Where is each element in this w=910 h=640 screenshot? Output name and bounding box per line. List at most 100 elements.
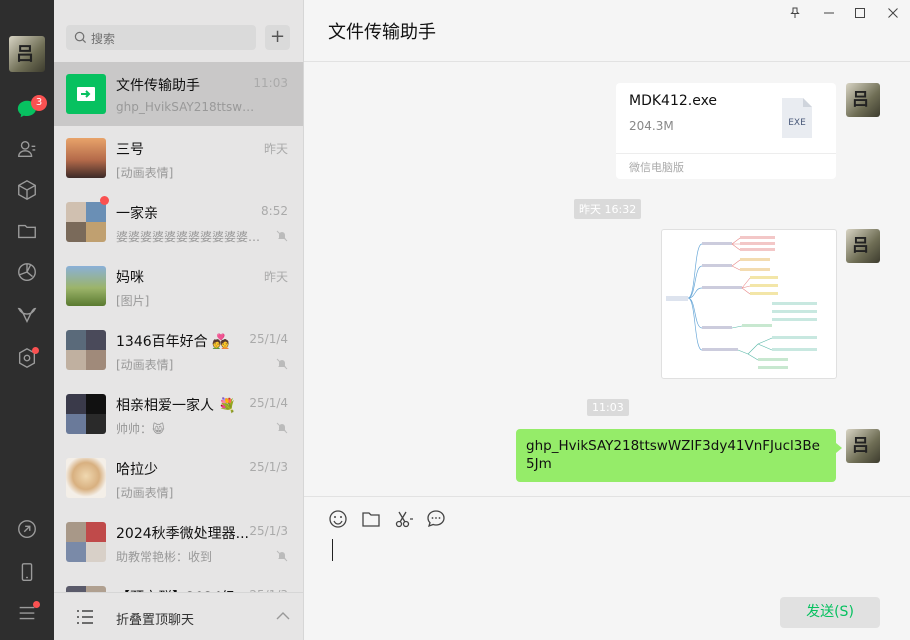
divider: [616, 153, 836, 154]
mute-bell-icon: [276, 550, 288, 562]
conversation-list: 搜索 + 文件传输助手 ghp_HvikSAY218ttswWZIF3dy41V…: [54, 0, 304, 640]
group-avatar: [66, 330, 106, 370]
conversation-item[interactable]: 1346百年好合 💑 [动画表情] 25/1/4: [54, 318, 303, 382]
conversation-preview: [图片]: [116, 294, 150, 308]
send-button[interactable]: 发送(S): [780, 597, 880, 628]
minimize-button[interactable]: [821, 5, 837, 21]
favorites-cube-icon[interactable]: [15, 178, 39, 202]
chat-history-button[interactable]: [426, 509, 446, 529]
conversation-preview: 婆婆婆婆婆婆婆婆婆婆婆婆婆婆婆: [116, 230, 261, 244]
file-type-label: EXE: [788, 118, 806, 128]
emoji-button[interactable]: [328, 509, 348, 529]
chevron-up-icon: [276, 612, 290, 620]
minimize-icon: [824, 12, 834, 14]
sender-avatar[interactable]: [846, 429, 880, 463]
file-size: 204.3M: [629, 119, 674, 133]
pin-icon: [790, 7, 800, 18]
text-caret: [332, 539, 333, 561]
conversation-preview: 助教常艳彬：收到: [116, 550, 213, 564]
left-nav: 3: [0, 0, 54, 640]
conversation-name: 三号: [116, 142, 144, 158]
file-message[interactable]: MDK412.exe 204.3M EXE 微信电脑版: [616, 83, 836, 179]
group-avatar: [66, 202, 106, 242]
search-icon: [74, 31, 87, 44]
maximize-icon: [855, 8, 865, 18]
exe-file-icon: EXE: [782, 98, 812, 138]
contact-avatar: [66, 266, 106, 306]
conversation-item[interactable]: 文件传输助手 ghp_HvikSAY218ttswWZIF3dy41VnFJuc…: [54, 62, 303, 126]
chat-panel: 文件传输助手 MDK412.exe 204.3M EXE 微信电脑版 昨天 16…: [304, 0, 910, 640]
file-transfer-icon: [77, 87, 95, 101]
send-file-button[interactable]: [361, 509, 381, 529]
mute-bell-icon: [276, 230, 288, 242]
unread-dot: [100, 196, 109, 205]
timestamp: 11:03: [587, 399, 629, 416]
text-message-bubble[interactable]: ghp_HvikSAY218ttswWZIF3dy41VnFJucl3Be5Jm: [516, 429, 842, 482]
group-avatar: [66, 394, 106, 434]
sender-avatar[interactable]: [846, 229, 880, 263]
conversation-item[interactable]: 一家亲 婆婆婆婆婆婆婆婆婆婆婆婆婆婆婆 8:52: [54, 190, 303, 254]
conversation-item[interactable]: 哈拉少 [动画表情] 25/1/3: [54, 446, 303, 510]
conversation-time: 25/1/4: [249, 396, 288, 410]
message-input[interactable]: [324, 535, 890, 591]
conversation-time: 昨天: [263, 270, 288, 284]
contacts-icon[interactable]: [15, 137, 39, 161]
file-name: MDK412.exe: [629, 93, 718, 109]
close-button[interactable]: [885, 5, 901, 21]
conversation-item[interactable]: 相亲相爱一家人 💐 帅帅：😸 25/1/4: [54, 382, 303, 446]
conversation-preview: [动画表情]: [116, 166, 174, 180]
folder-icon[interactable]: [15, 219, 39, 243]
fold-label: 折叠置顶聊天: [116, 613, 195, 628]
conversation-time: 11:03: [253, 76, 288, 90]
mini-programs-dot: [32, 347, 39, 354]
conversation-item[interactable]: 妈咪 [图片] 昨天: [54, 254, 303, 318]
mute-bell-icon: [276, 422, 288, 434]
conversation-name: 妈咪: [116, 270, 144, 286]
chat-badge: 3: [31, 95, 47, 111]
channels-icon[interactable]: [15, 303, 39, 327]
pin-window-button[interactable]: [787, 5, 803, 21]
link-icon[interactable]: [15, 517, 39, 541]
conversation-name: 哈拉少: [116, 462, 158, 478]
conversation-preview: [动画表情]: [116, 486, 174, 500]
input-area: 发送(S): [304, 496, 910, 640]
fold-pinned-chats[interactable]: 折叠置顶聊天: [54, 592, 303, 640]
conversation-name: 2024秋季微处理器...: [116, 526, 249, 542]
conversation-name: 相亲相爱一家人 💐: [116, 398, 236, 414]
conversation-name: 1346百年好合 💑: [116, 334, 230, 350]
timestamp: 昨天 16:32: [574, 199, 642, 219]
phone-icon[interactable]: [15, 560, 39, 584]
conversation-preview: ghp_HvikSAY218ttswWZIF3dy41VnFJucl3Be5Jm: [116, 100, 261, 114]
file-source: 微信电脑版: [629, 161, 684, 174]
conversation-time: 8:52: [261, 204, 288, 218]
folder-icon: [362, 512, 380, 527]
search-placeholder: 搜索: [91, 32, 116, 46]
conversation-name: 一家亲: [116, 206, 158, 222]
my-avatar[interactable]: [9, 36, 45, 72]
chat-title: 文件传输助手: [328, 22, 436, 43]
image-message[interactable]: [661, 229, 837, 379]
chat-history-icon: [427, 510, 445, 528]
add-button[interactable]: +: [265, 25, 290, 50]
conversation-time: 昨天: [263, 142, 288, 156]
conversation-time: 25/1/3: [249, 524, 288, 538]
chat-header: 文件传输助手: [304, 0, 910, 62]
conversation-preview: 帅帅：😸: [116, 422, 165, 436]
moments-icon[interactable]: [15, 260, 39, 284]
contact-avatar: [66, 138, 106, 178]
sender-avatar[interactable]: [846, 83, 880, 117]
menu-dot: [33, 601, 40, 608]
group-avatar: [66, 522, 106, 562]
mind-map-thumbnail: [666, 236, 817, 369]
screenshot-button[interactable]: [394, 509, 414, 529]
close-icon: [888, 8, 898, 18]
emoji-icon: [329, 510, 347, 528]
conversation-time: 25/1/4: [249, 332, 288, 346]
search-input[interactable]: 搜索: [66, 25, 256, 50]
conversation-name: 文件传输助手: [116, 78, 200, 94]
scissors-icon: [395, 511, 413, 528]
conversation-item[interactable]: 三号 [动画表情] 昨天: [54, 126, 303, 190]
mute-bell-icon: [276, 358, 288, 370]
maximize-button[interactable]: [852, 5, 868, 21]
conversation-item[interactable]: 2024秋季微处理器... 助教常艳彬：收到 25/1/3: [54, 510, 303, 574]
